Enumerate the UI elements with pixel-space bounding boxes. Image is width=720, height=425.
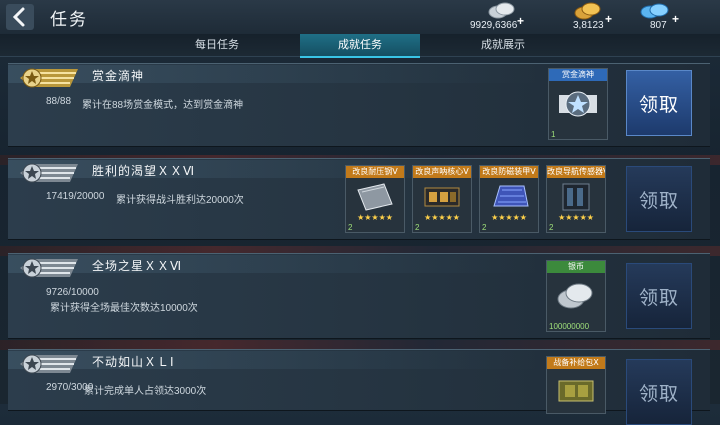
task-name: 全场之星ＸＸⅥ: [92, 259, 183, 273]
reward-title: 赏金滴神: [549, 69, 607, 81]
task-progress: 17419/20000: [46, 191, 105, 202]
armor-icon: [493, 185, 529, 207]
gem-add-button[interactable]: +: [672, 12, 679, 26]
badge-icon: [559, 91, 597, 117]
gold-currency: 3,8123 +: [572, 2, 622, 32]
task-name: 赏金滴神: [92, 69, 145, 83]
task-description: 累计获得战斗胜利达20000次: [116, 195, 244, 206]
reward-title: 改良声呐核心Ⅴ: [413, 166, 471, 178]
back-button[interactable]: [6, 4, 34, 30]
claim-button[interactable]: 领取: [626, 359, 692, 425]
reward-count: 2: [482, 223, 487, 232]
reward-title: 改良耐压钢Ⅴ: [346, 166, 404, 178]
claim-button[interactable]: 领取: [626, 263, 692, 329]
gold-coin-icon: [574, 2, 601, 20]
silver-coin-icon: [488, 2, 515, 19]
sonar-core-icon: [424, 187, 460, 207]
reward-stars: ★★★★★: [424, 213, 460, 222]
task-progress: 88/88: [46, 96, 72, 107]
rank-badge-gold-icon: [20, 68, 78, 88]
reward-title: 改良防磁装甲Ⅴ: [480, 166, 538, 178]
top-bar: 任务 9929,6366 + 3,8123 + 807 +: [0, 0, 720, 35]
task-row: 赏金滴神 88/88 累计在88场赏金模式，达到赏金滴神 赏金滴神 1 领取: [8, 63, 710, 147]
gold-add-button[interactable]: +: [605, 12, 612, 26]
rank-badge-silver-icon: [20, 354, 78, 374]
rank-badge-silver-icon: [20, 163, 78, 183]
supply-pack-icon: [558, 380, 594, 402]
sensor-icon: [562, 183, 590, 211]
silver-currency: 9929,6366 +: [470, 2, 530, 32]
silver-add-button[interactable]: +: [517, 14, 524, 28]
silver-coin-icon: [557, 283, 593, 309]
reward-item[interactable]: 改良导航传感器Ⅴ ★★★★★ 2: [546, 165, 606, 233]
task-name: 胜利的渴望ＸＸⅥ: [92, 164, 196, 178]
task-description: 累计完成单人占领达3000次: [84, 386, 207, 397]
reward-count: 2: [415, 223, 420, 232]
gem-icon: [640, 3, 669, 19]
reward-item[interactable]: 改良耐压钢Ⅴ ★★★★★ 2: [345, 165, 405, 233]
reward-count: 100000000: [549, 322, 590, 331]
reward-title: 战备补给包Ⅹ: [547, 357, 605, 369]
reward-title: 改良导航传感器Ⅴ: [547, 166, 605, 178]
page-title: 任务: [50, 10, 88, 29]
task-name: 不动如山ＸＬⅠ: [92, 355, 175, 369]
reward-item[interactable]: 赏金滴神 1: [548, 68, 608, 140]
reward-count: 2: [348, 223, 353, 232]
task-description: 累计获得全场最佳次数达10000次: [50, 303, 198, 314]
reward-stars: ★★★★★: [357, 213, 393, 222]
claim-button[interactable]: 领取: [626, 166, 692, 232]
reward-item[interactable]: 银币 100000000: [546, 260, 606, 332]
reward-count: 1: [551, 130, 556, 139]
reward-title: 银币: [547, 261, 605, 273]
tab-daily[interactable]: 每日任务: [158, 34, 276, 56]
reward-stars: ★★★★★: [558, 213, 594, 222]
back-arrow-icon: [6, 4, 34, 30]
reward-item[interactable]: 战备补给包Ⅹ: [546, 356, 606, 414]
rank-badge-silver-icon: [20, 258, 78, 278]
tab-achievements[interactable]: 成就任务: [300, 34, 420, 58]
task-description: 累计在88场赏金模式，达到赏金滴神: [82, 100, 244, 111]
task-row: 全场之星ＸＸⅥ 9726/10000 累计获得全场最佳次数达10000次 银币 …: [8, 253, 710, 339]
gem-currency: 807 +: [636, 2, 686, 32]
gem-value: 807: [650, 20, 667, 31]
reward-stars: ★★★★★: [491, 213, 527, 222]
reward-count: 2: [549, 223, 554, 232]
steel-plate-icon: [357, 183, 393, 211]
task-row: 胜利的渴望ＸＸⅥ 17419/20000 累计获得战斗胜利达20000次 改良耐…: [8, 158, 710, 240]
tab-achievement-showcase[interactable]: 成就展示: [444, 34, 562, 56]
reward-item[interactable]: 改良声呐核心Ⅴ ★★★★★ 2: [412, 165, 472, 233]
claim-button[interactable]: 领取: [626, 70, 692, 136]
reward-item[interactable]: 改良防磁装甲Ⅴ ★★★★★ 2: [479, 165, 539, 233]
tab-bar: 每日任务 成就任务 成就展示: [0, 34, 720, 76]
silver-value: 9929,6366: [470, 20, 518, 31]
gold-value: 3,8123: [573, 20, 604, 31]
task-progress: 9726/10000: [46, 287, 99, 298]
task-row: 不动如山ＸＬⅠ 2970/3000 累计完成单人占领达3000次 战备补给包Ⅹ …: [8, 349, 710, 425]
